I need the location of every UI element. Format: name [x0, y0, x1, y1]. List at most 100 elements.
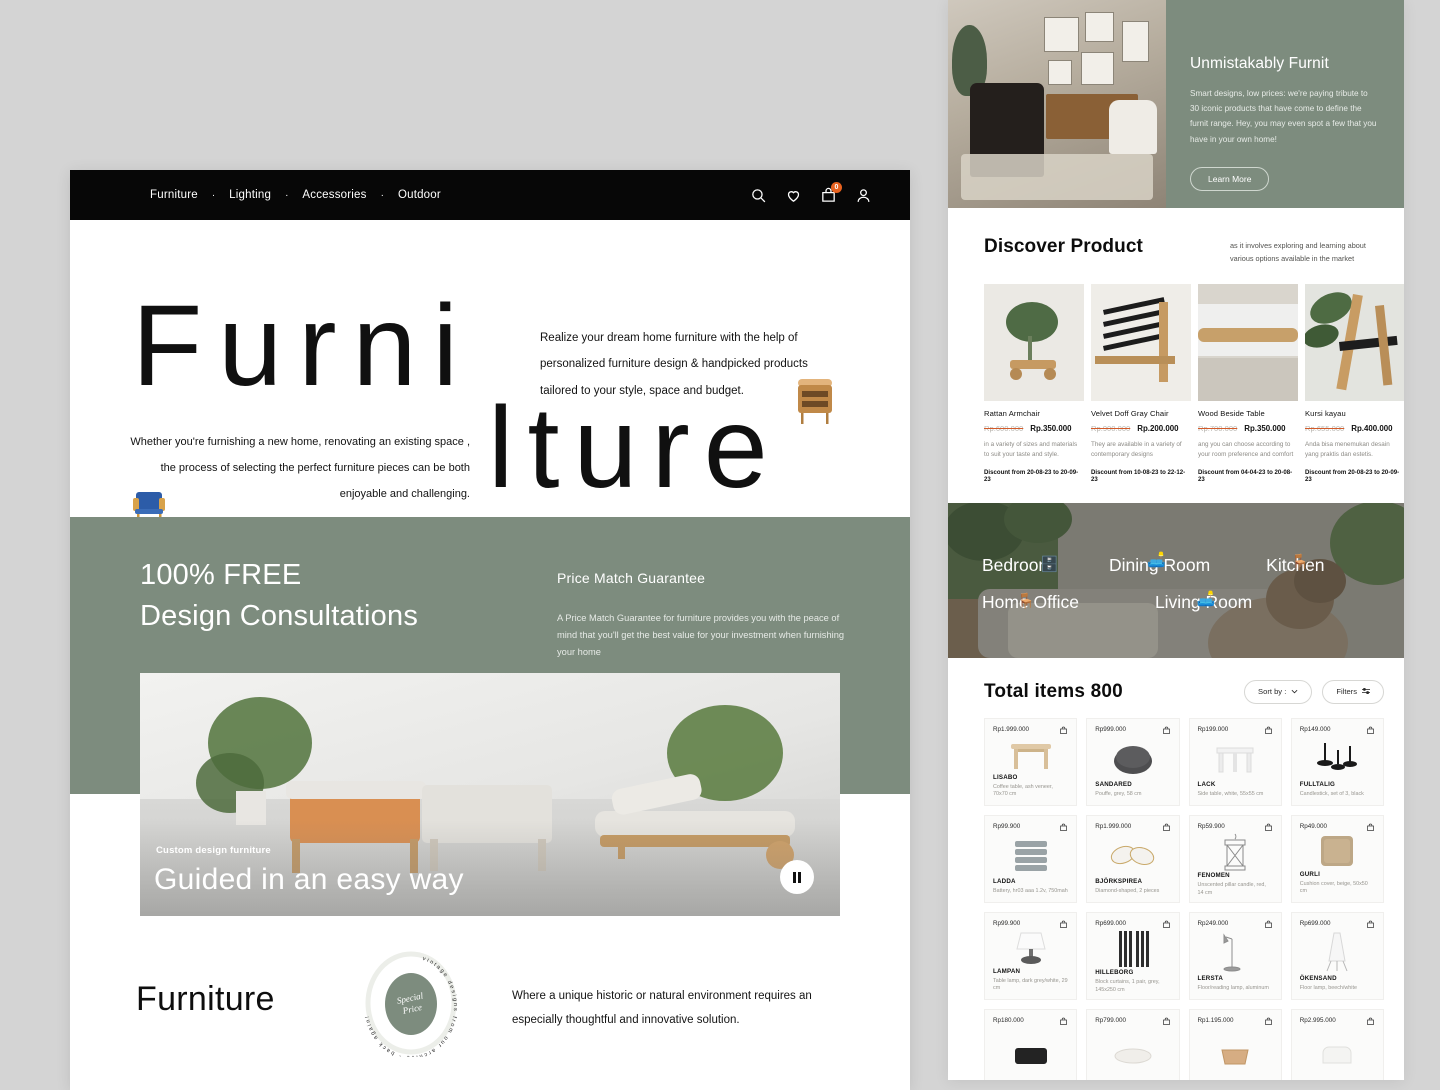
add-to-bag-icon[interactable]	[1366, 1017, 1375, 1026]
item-card[interactable]: Rp99.900 LAMPAN Table lamp, dark grey/wh…	[984, 911, 1078, 1000]
product-description: Anda bisa menemukan desain yang praktis …	[1305, 440, 1390, 459]
item-name: BJÖRKSPIREA	[1095, 878, 1143, 886]
nav-link-outdoor[interactable]: Outdoor	[384, 189, 455, 201]
item-name: HILLEBORG	[1095, 968, 1134, 976]
item-card[interactable]: Rp1.999.000 LISABO Coffee table, ash ven…	[984, 717, 1078, 806]
discover-card[interactable]: Wood Beside Table Rp.700.000 Rp.350.000 …	[1198, 283, 1298, 483]
search-icon[interactable]	[750, 187, 767, 204]
item-description: Floor lamp, beech/white	[1299, 985, 1357, 992]
item-card[interactable]: Rp799.000	[1086, 1008, 1180, 1080]
add-to-bag-icon[interactable]	[1366, 726, 1375, 735]
room-row-2: Home Office 🪑 Living Room 🛋️	[948, 591, 1404, 613]
room-link-home-office[interactable]: Home Office 🪑	[982, 592, 1079, 613]
discover-card[interactable]: Rattan Armchair Rp.600.000 Rp.350.000 in…	[984, 283, 1084, 483]
item-price: Rp49.000	[1299, 822, 1328, 830]
add-to-bag-icon[interactable]	[1162, 726, 1171, 735]
room-link-living-room[interactable]: Living Room 🛋️	[1155, 591, 1252, 613]
item-card[interactable]: Rp1.195.000	[1188, 1008, 1282, 1080]
room-categories-banner: Bedroom 🗄️ Dining Room 🛋️ Kitchen 🪑 Home…	[948, 502, 1404, 658]
item-thumbnail	[993, 929, 1068, 968]
item-price: Rp1.195.000	[1197, 1016, 1234, 1024]
item-price: Rp59.900	[1197, 822, 1225, 830]
room-link-kitchen[interactable]: Kitchen 🪑	[1266, 554, 1324, 576]
hero-title-part-2: lture	[488, 384, 782, 512]
price-new: Rp.200.000	[1137, 423, 1179, 433]
video-showcase-card[interactable]: Custom design furniture Guided in an eas…	[140, 673, 840, 916]
item-name: FULLTALIG	[1299, 781, 1335, 789]
item-price: Rp1.999.000	[1095, 822, 1132, 830]
item-thumbnail	[1300, 1026, 1375, 1080]
product-discount-period: Discount from 20-08-23 to 20-09-23	[1305, 468, 1400, 483]
product-name: Rattan Armchair	[984, 408, 1040, 418]
room-link-bedroom[interactable]: Bedroom 🗄️	[982, 555, 1059, 576]
add-to-bag-icon[interactable]	[1059, 1017, 1068, 1026]
product-items-grid: Rp1.999.000 LISABO Coffee table, ash ven…	[948, 711, 1404, 1080]
item-thumbnail	[1095, 1026, 1170, 1080]
badge-inner-text: Special Price	[396, 990, 427, 1018]
item-description: Cushion cover, beige, 50x50 cm	[1299, 880, 1368, 895]
pause-button[interactable]	[780, 860, 814, 894]
price-new: Rp.350.000	[1030, 423, 1072, 433]
learn-more-button[interactable]: Learn More	[1190, 166, 1270, 191]
item-description: Floor/reading lamp, aluminum	[1197, 985, 1269, 992]
home-office-icon: 🪑	[1016, 592, 1036, 610]
item-card[interactable]: Rp49.000 GURLI Cushion cover, beige, 50x…	[1290, 814, 1384, 903]
item-card[interactable]: Rp99.900 LADDA Battery, hr03 aaa 1.2v, 7…	[984, 814, 1078, 903]
item-card[interactable]: Rp1.999.000 BJÖRKSPIREA Diamond-shaped, …	[1086, 814, 1180, 903]
left-page-mockup: Furniture · Lighting · Accessories · Out…	[70, 170, 910, 1090]
promo-banner: Unmistakably Furnit Smart designs, low p…	[948, 0, 1404, 208]
total-items-title: Total items 800	[984, 680, 1123, 702]
item-card[interactable]: Rp59.900 FENOMEN Unscented pillar candle…	[1188, 814, 1282, 903]
promo-text-block: Unmistakably Furnit Smart designs, low p…	[1166, 0, 1404, 208]
item-card[interactable]: Rp149.000 FULLTALIG Candlestick, set of …	[1290, 717, 1384, 806]
bag-icon[interactable]: 0	[820, 181, 842, 204]
add-to-bag-icon[interactable]	[1162, 920, 1171, 929]
user-icon[interactable]	[855, 187, 872, 204]
discover-card[interactable]: Kursi kayau Rp.655.000 Rp.400.000 Anda b…	[1305, 283, 1404, 483]
item-card[interactable]: Rp699.000 HILLEBORG Block curtains, 1 pa…	[1086, 911, 1180, 1000]
item-card[interactable]: Rp999.000 SANDARED Pouffe, grey, 58 cm	[1086, 717, 1180, 806]
item-card[interactable]: Rp249.000 LERSTA Floor/reading lamp, alu…	[1188, 911, 1282, 1000]
add-to-bag-icon[interactable]	[1366, 920, 1375, 929]
room-link-dining-room[interactable]: Dining Room 🛋️	[1109, 552, 1210, 576]
item-card[interactable]: Rp699.000 ÖKENSAND Floor lamp, beech/whi…	[1290, 911, 1384, 1000]
filters-button[interactable]: Filters	[1322, 679, 1384, 704]
add-to-bag-icon[interactable]	[1264, 726, 1273, 735]
add-to-bag-icon[interactable]	[1162, 1017, 1171, 1026]
heart-icon[interactable]	[785, 187, 802, 204]
badge-inner-circle: Special Price	[385, 973, 437, 1035]
add-to-bag-icon[interactable]	[1059, 726, 1068, 735]
price-old: Rp.600.000	[984, 423, 1024, 433]
top-navigation-bar: Furniture · Lighting · Accessories · Out…	[70, 170, 910, 220]
item-description: Coffee table, ash veneer, 70x70 cm	[993, 783, 1053, 798]
add-to-bag-icon[interactable]	[1059, 920, 1068, 929]
filters-label: Filters	[1336, 687, 1357, 697]
sort-by-dropdown[interactable]: Sort by :	[1244, 679, 1313, 704]
item-thumbnail	[993, 735, 1068, 774]
price-match-body: A Price Match Guarantee for furniture pr…	[557, 613, 845, 658]
item-price: Rp199.000	[1197, 725, 1229, 733]
add-to-bag-icon[interactable]	[1162, 823, 1171, 832]
item-description: Battery, hr03 aaa 1.2v, 750mah	[993, 888, 1068, 895]
add-to-bag-icon[interactable]	[1366, 823, 1375, 832]
nav-link-lighting[interactable]: Lighting	[215, 189, 285, 201]
item-card[interactable]: Rp180.000	[984, 1008, 1078, 1080]
item-price: Rp2.995.000	[1299, 1016, 1336, 1024]
add-to-bag-icon[interactable]	[1264, 823, 1273, 832]
item-thumbnail	[1198, 832, 1273, 872]
nav-link-accessories[interactable]: Accessories	[288, 189, 380, 201]
footer-wordmark: Furniture	[136, 980, 275, 1018]
product-name: Kursi kayau	[1305, 408, 1346, 418]
add-to-bag-icon[interactable]	[1264, 920, 1273, 929]
discover-card[interactable]: Velvet Doff Gray Chair Rp.900.000 Rp.200…	[1091, 283, 1191, 483]
room-row-1: Bedroom 🗄️ Dining Room 🛋️ Kitchen 🪑	[948, 552, 1404, 576]
item-card[interactable]: Rp2.995.000	[1290, 1008, 1384, 1080]
product-discount-period: Discount from 20-08-23 to 20-09-23	[984, 468, 1079, 483]
add-to-bag-icon[interactable]	[1059, 823, 1068, 832]
item-thumbnail	[1095, 832, 1170, 878]
nav-link-furniture[interactable]: Furniture	[136, 189, 212, 201]
discover-title: Discover Product	[984, 236, 1143, 257]
product-name: Wood Beside Table	[1198, 408, 1265, 418]
add-to-bag-icon[interactable]	[1264, 1017, 1273, 1026]
item-card[interactable]: Rp199.000 LACK Side table, white, 55x55 …	[1188, 717, 1282, 806]
